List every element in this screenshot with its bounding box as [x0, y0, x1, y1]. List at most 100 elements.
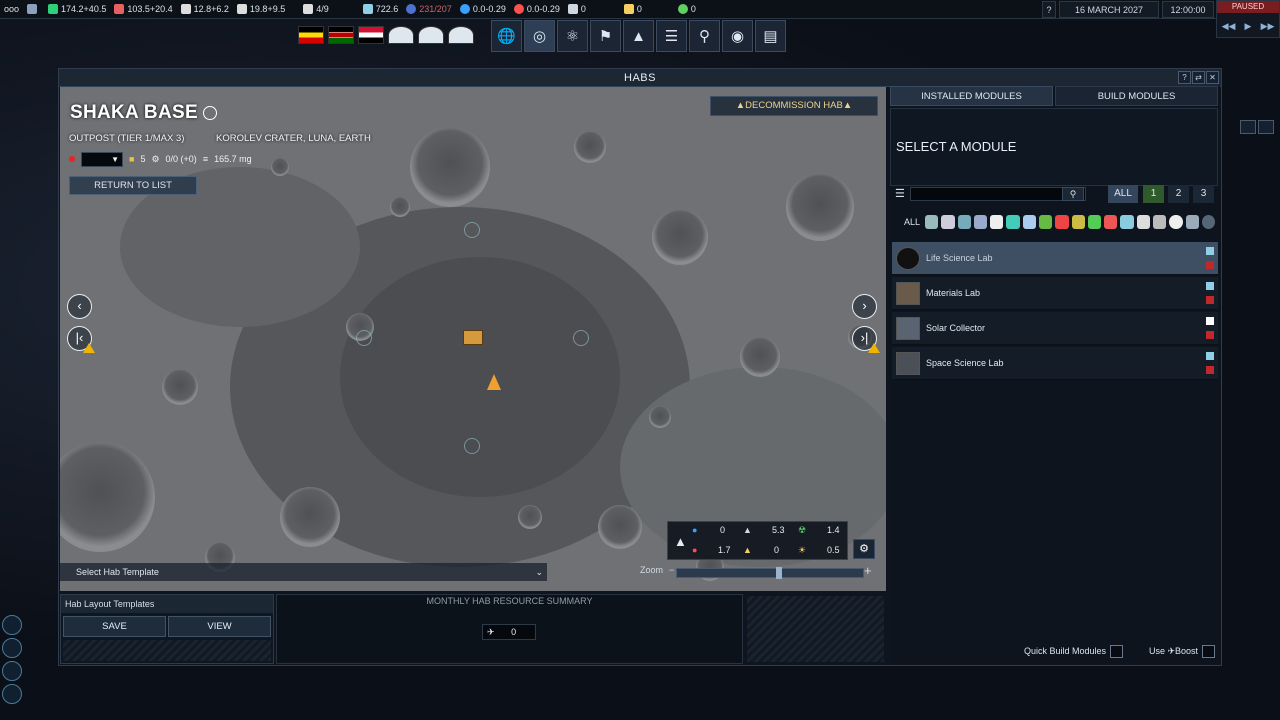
flask-category-icon[interactable] — [1120, 215, 1134, 229]
help-icon[interactable]: ? — [1178, 71, 1191, 84]
flag-kenya[interactable] — [328, 26, 354, 44]
play-button[interactable]: ▶ — [1245, 21, 1252, 32]
tab-installed-modules[interactable]: INSTALLED MODULES — [890, 86, 1053, 106]
cost-tag-icon — [1206, 261, 1214, 269]
search-icon[interactable]: ⚲ — [1062, 187, 1084, 201]
orbit-icon[interactable]: ◎ — [524, 20, 555, 52]
zoom-slider[interactable] — [676, 567, 864, 579]
farm-category-icon[interactable] — [1038, 215, 1053, 229]
return-to-list-button[interactable]: RETURN TO LIST — [69, 176, 197, 195]
influence-resource[interactable]: 174.2+40.5 — [44, 0, 110, 19]
tab-build-modules[interactable]: BUILD MODULES — [1055, 86, 1218, 106]
module-row-life-science-lab[interactable]: Life Science Lab — [892, 242, 1218, 275]
fissiles-resource[interactable]: 0 — [674, 0, 700, 19]
faster-button[interactable]: ▶▶ — [1261, 21, 1275, 32]
ring-category-icon[interactable] — [1201, 215, 1216, 229]
council-icon[interactable]: ▲ — [623, 20, 654, 52]
category-all[interactable]: ALL — [904, 217, 920, 227]
search-icon[interactable] — [1240, 120, 1256, 134]
faction-icon[interactable] — [23, 0, 44, 19]
log-icon[interactable]: ▤ — [755, 20, 786, 52]
metals-resource[interactable]: 0 — [564, 0, 590, 19]
main-menu-button[interactable]: ooo — [0, 0, 23, 19]
weapon-category-icon[interactable] — [1055, 215, 1069, 229]
view-button[interactable]: VIEW — [168, 616, 271, 637]
construction-cone-icon[interactable] — [487, 374, 501, 390]
boost-resource[interactable]: 12.8+6.2 — [177, 0, 233, 19]
crystal-category-icon[interactable] — [1087, 215, 1102, 229]
use-boost-checkbox[interactable] — [1202, 645, 1215, 658]
hab-template-select[interactable]: Select Hab Template ⌄ — [60, 563, 547, 581]
spider-category-icon[interactable] — [1104, 215, 1118, 229]
zoom-out-icon[interactable]: − — [669, 565, 674, 575]
habs-resource[interactable]: 231/207 — [402, 0, 456, 19]
tier-1-button[interactable]: 1 — [1143, 185, 1164, 203]
water-resource[interactable]: 0.0-0.29 — [456, 0, 510, 19]
balance-icon[interactable]: ☰ — [656, 20, 687, 52]
federation-flag-2[interactable] — [418, 26, 444, 44]
pin-icon[interactable]: ⇄ — [1192, 71, 1205, 84]
module-row-space-science-lab[interactable]: Space Science Lab — [892, 347, 1218, 380]
slower-button[interactable]: ◀◀ — [1222, 21, 1236, 32]
quick-build-checkbox[interactable] — [1110, 645, 1123, 658]
fleet-icon[interactable] — [2, 661, 22, 681]
module-slot[interactable] — [573, 330, 589, 346]
settings-gear-icon[interactable]: ⚙ — [853, 539, 875, 559]
edit-name-icon[interactable] — [202, 105, 217, 120]
energy-category-icon[interactable] — [1006, 215, 1020, 229]
tier-3-button[interactable]: 3 — [1193, 185, 1214, 203]
control-points-resource[interactable]: 4/9 — [299, 0, 333, 19]
help-button[interactable]: ? — [1042, 1, 1056, 18]
tier-2-button[interactable]: 2 — [1168, 185, 1189, 203]
filter-icon[interactable]: ☰ — [895, 187, 905, 200]
org-icon[interactable]: ⚛ — [557, 20, 588, 52]
federation-flag-1[interactable] — [388, 26, 414, 44]
mission-control-resource[interactable]: 19.8+9.5 — [233, 0, 289, 19]
boost-category-icon[interactable] — [941, 215, 955, 229]
monthly-boost: ✈ 0 — [482, 624, 536, 640]
location-icon[interactable]: ⚲ — [689, 20, 720, 52]
mind-icon[interactable]: ◉ — [722, 20, 753, 52]
module-name: Solar Collector — [926, 323, 986, 333]
zoom-thumb[interactable] — [776, 567, 782, 579]
defense-category-icon[interactable] — [1022, 215, 1036, 229]
search-input[interactable] — [910, 187, 1086, 201]
hab-category-icon[interactable] — [925, 215, 939, 229]
noble-metals-resource[interactable]: 0 — [620, 0, 646, 19]
volatiles-resource[interactable]: 0.0-0.29 — [510, 0, 564, 19]
faction-dropdown[interactable]: ▼ — [81, 151, 123, 167]
next-hab-arrow-icon[interactable]: › — [852, 294, 877, 319]
installed-module-icon[interactable] — [463, 330, 483, 345]
fuel-category-icon[interactable] — [990, 215, 1004, 229]
save-button[interactable]: SAVE — [63, 616, 166, 637]
globe-icon[interactable]: 🌐 — [491, 20, 522, 52]
module-slot[interactable] — [464, 222, 480, 238]
research-icon[interactable] — [2, 638, 22, 658]
ops-resource[interactable]: 103.5+20.4 — [110, 0, 176, 19]
flag-sudan[interactable] — [358, 26, 384, 44]
module-row-solar-collector[interactable]: Solar Collector — [892, 312, 1218, 345]
flag-icon[interactable]: ⚑ — [590, 20, 621, 52]
wing-category-icon[interactable] — [1071, 215, 1085, 229]
collapse-icon[interactable] — [1258, 120, 1274, 134]
close-icon[interactable]: ✕ — [1206, 71, 1219, 84]
module-row-materials-lab[interactable]: Materials Lab — [892, 277, 1218, 310]
gear-category-icon[interactable] — [1136, 215, 1150, 229]
clock-icon[interactable] — [2, 615, 22, 635]
settings-category-icon[interactable] — [1185, 215, 1199, 229]
zoom-in-icon[interactable]: + — [864, 563, 872, 578]
orb-category-icon[interactable] — [1169, 215, 1183, 229]
federation-flag-3[interactable] — [448, 26, 474, 44]
tier-all-button[interactable]: ALL — [1108, 185, 1138, 203]
earth-icon[interactable] — [2, 684, 22, 704]
module-slot[interactable] — [356, 330, 372, 346]
module-slot[interactable] — [464, 438, 480, 454]
control-points-value: 4/9 — [316, 4, 329, 14]
prev-hab-arrow-icon[interactable]: ‹ — [67, 294, 92, 319]
tool-category-icon[interactable] — [1152, 215, 1167, 229]
orbit-category-icon[interactable] — [973, 215, 988, 229]
decommission-hab-button[interactable]: ▲DECOMMISSION HAB▲ — [710, 96, 878, 116]
flag-uganda[interactable] — [298, 26, 324, 44]
research-resource[interactable]: 722.6 — [359, 0, 403, 19]
globe-category-icon[interactable] — [957, 215, 971, 229]
